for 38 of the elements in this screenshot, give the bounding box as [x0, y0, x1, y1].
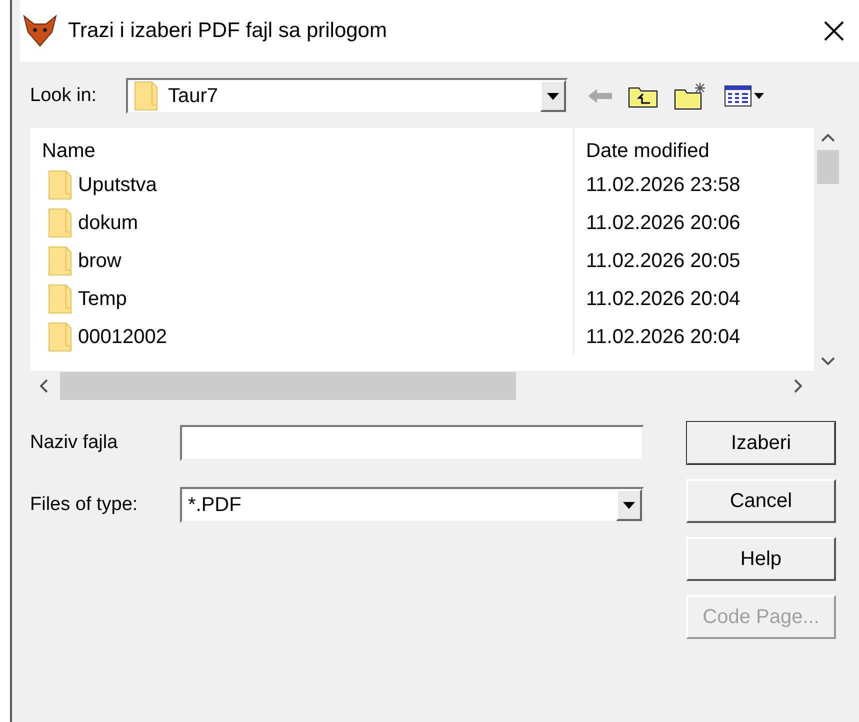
date-cell-text: 11.02.2026 20:04	[585, 324, 742, 350]
date-cell-text: 11.02.2026 20:06	[585, 210, 742, 236]
caret-icon	[623, 502, 635, 508]
look-in-dropdown[interactable]: Taur7	[126, 78, 568, 114]
folder-icon	[48, 208, 72, 238]
file-type-dropdown[interactable]: *.PDF	[180, 487, 644, 523]
scroll-right-button[interactable]	[794, 379, 802, 393]
dropdown-button[interactable]	[616, 489, 642, 521]
dialog-button[interactable]: Cancel	[686, 479, 836, 523]
scrollbar-thumb[interactable]	[60, 372, 516, 400]
folder-name[interactable]: brow	[78, 250, 122, 272]
column-header[interactable]: Date modified	[574, 128, 814, 174]
scrollbar-thumb[interactable]	[817, 150, 839, 184]
file-type-label: Files of type:	[30, 494, 139, 516]
file-name-field[interactable]	[180, 425, 644, 461]
date-cell-text: 11.02.2026 20:05	[585, 248, 742, 274]
scroll-up-button[interactable]	[821, 134, 835, 142]
file-name-label: Naziv fajla	[30, 432, 119, 454]
fox-icon	[22, 14, 58, 48]
date-cell-text: 11.02.2026 20:04	[585, 286, 742, 312]
dialog-button[interactable]: Izaberi	[686, 421, 836, 465]
date-cell-text: 11.02.2026 23:58	[585, 172, 742, 198]
dropdown-button[interactable]	[540, 80, 566, 112]
folder-name[interactable]: dokum	[78, 212, 138, 234]
folder-name[interactable]: Uputstva	[78, 174, 157, 196]
scroll-left-button[interactable]	[40, 379, 48, 393]
folder-icon	[48, 284, 72, 314]
folder-name[interactable]: 00012002	[78, 326, 167, 348]
folder-name[interactable]: Temp	[78, 288, 127, 310]
folder-icon	[48, 170, 72, 200]
look-in-label: Look in:	[30, 85, 98, 107]
folder-icon	[134, 81, 158, 111]
caret-icon	[547, 92, 559, 100]
folder-icon	[48, 246, 72, 276]
dialog-button[interactable]: Help	[686, 537, 836, 581]
window-title: Trazi i izaberi PDF fajl sa prilogom	[68, 19, 388, 43]
scroll-down-button[interactable]	[821, 357, 835, 365]
folder-icon	[48, 322, 72, 352]
